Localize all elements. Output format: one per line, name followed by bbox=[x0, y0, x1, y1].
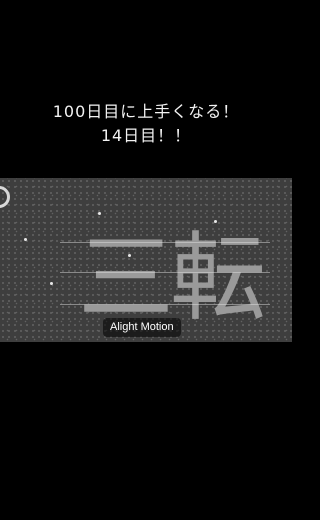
big-title-text: 三転 bbox=[78, 222, 266, 334]
app-watermark: Alight Motion bbox=[103, 318, 181, 337]
video-frame[interactable]: 三転 Alight Motion bbox=[0, 178, 292, 342]
caption-line-1: 100日目に上手くなる！ bbox=[52, 102, 240, 121]
motion-line bbox=[60, 242, 270, 243]
sparkle-dot bbox=[24, 238, 27, 241]
video-screen[interactable]: 100日目に上手くなる！ 14日目！！ 三転 Alight Motion bbox=[0, 0, 292, 520]
sparkle-dot bbox=[98, 212, 101, 215]
sparkle-dot bbox=[50, 282, 53, 285]
caption: 100日目に上手くなる！ 14日目！！ bbox=[0, 100, 292, 148]
motion-line bbox=[60, 272, 270, 273]
caption-line-2: 14日目！！ bbox=[100, 126, 192, 145]
motion-line bbox=[60, 304, 270, 305]
